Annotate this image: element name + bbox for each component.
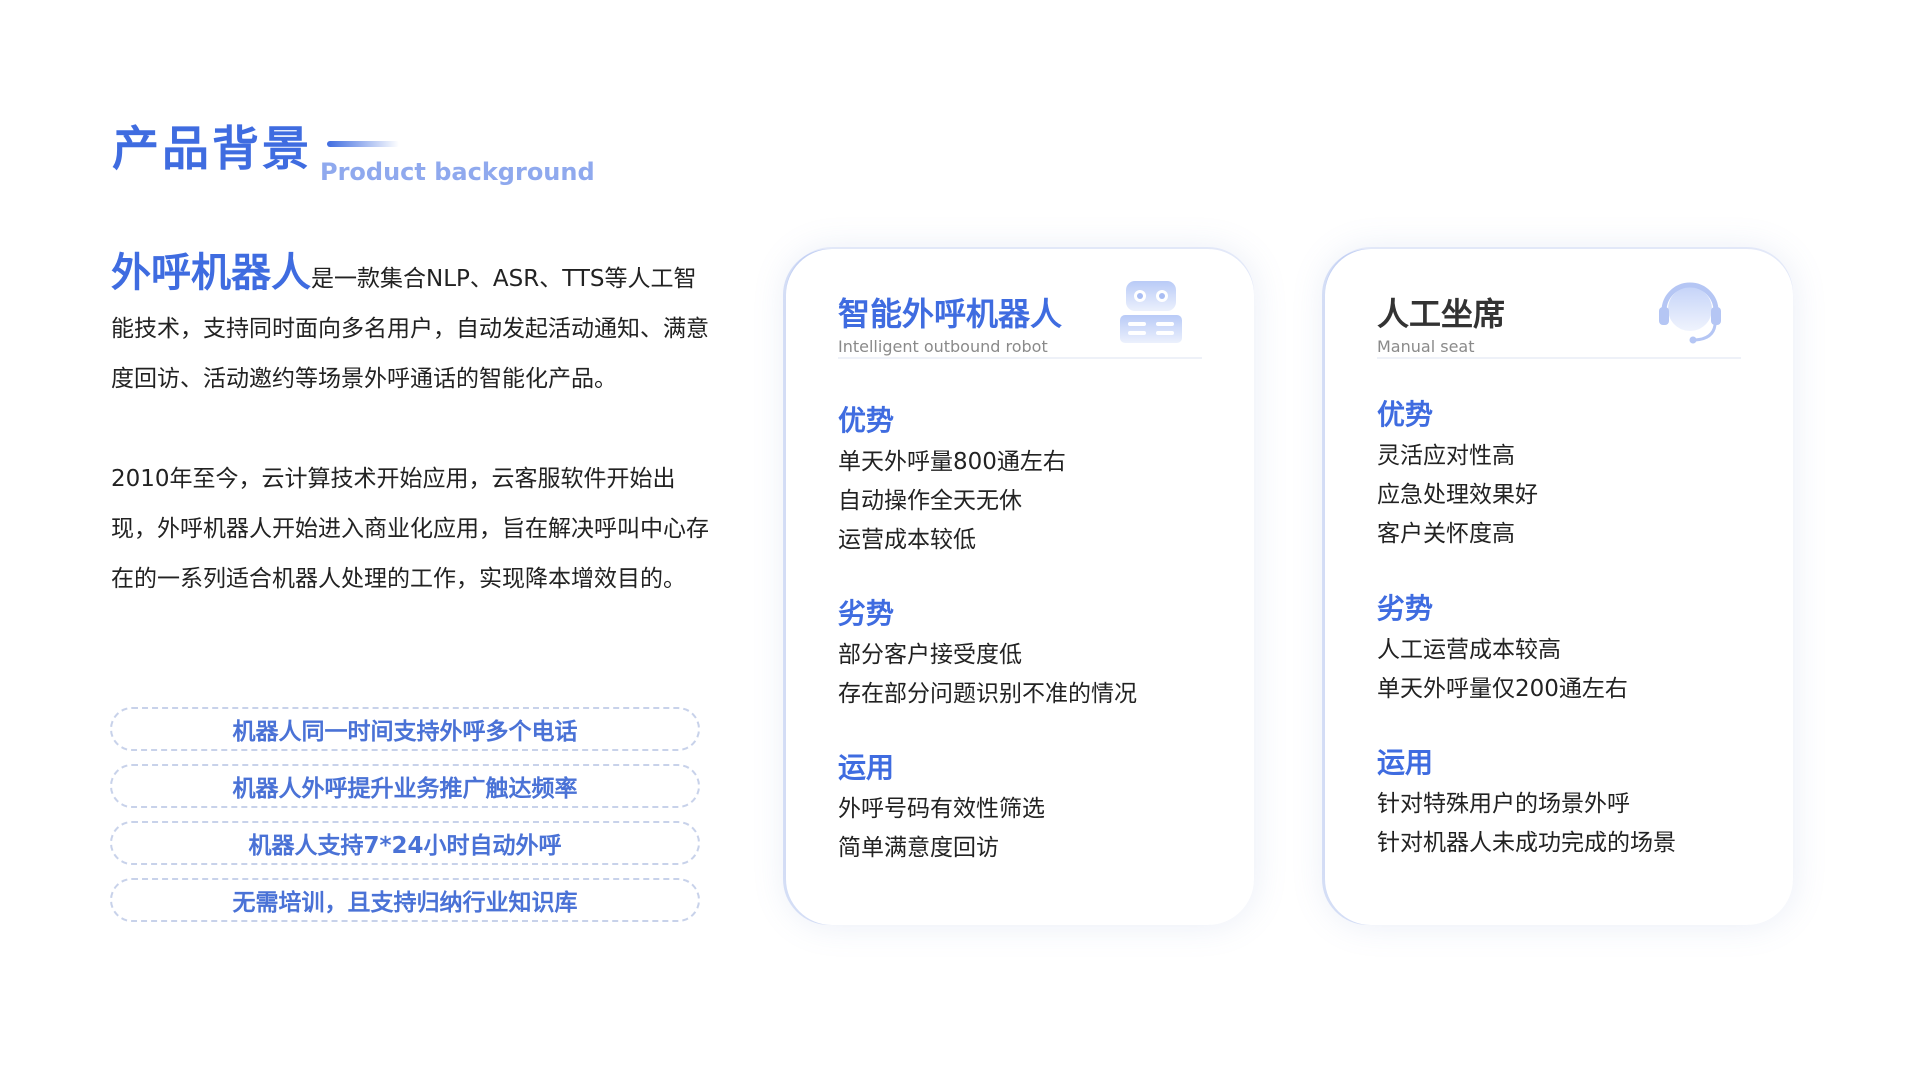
intro-paragraph-2: 2010年至今，云计算技术开始应用，云客服软件开始出现，外呼机器人开始进入商业化… [111, 466, 709, 592]
feature-pill: 无需培训，且支持归纳行业知识库 [110, 878, 700, 922]
robot-disadvantages-title: 劣势 [838, 597, 895, 630]
manual-seat-card: 人工坐席 Manual seat 优势 灵活应对性高 应急处理效果好 客户关怀度… [1325, 249, 1793, 925]
robot-advantages: 优势 单天外呼量800通左右 自动操作全天无休 运营成本较低 [838, 401, 1224, 560]
robot-advantage-item: 自动操作全天无休 [838, 488, 1022, 514]
slide: 产品背景 Product background 外呼机器人是一款集合NLP、AS… [0, 0, 1920, 1080]
robot-usage-item: 简单满意度回访 [838, 835, 999, 861]
page-title: 产品背景 [112, 122, 312, 177]
manual-disadvantages: 劣势 人工运营成本较高 单天外呼量仅200通左右 [1377, 589, 1763, 709]
manual-advantage-item: 客户关怀度高 [1377, 521, 1515, 547]
manual-disadvantages-title: 劣势 [1377, 592, 1434, 625]
manual-advantage-item: 灵活应对性高 [1377, 443, 1515, 469]
manual-advantage-item: 应急处理效果好 [1377, 482, 1538, 508]
headset-agent-icon [1655, 277, 1725, 347]
manual-advantages-title: 优势 [1377, 398, 1434, 431]
intro-text: 外呼机器人是一款集合NLP、ASR、TTS等人工智能技术，支持同时面向多名用户，… [111, 248, 711, 604]
robot-disadvantages: 劣势 部分客户接受度低 存在部分问题识别不准的情况 [838, 594, 1224, 714]
robot-icon [1116, 277, 1186, 347]
intro-highlight: 外呼机器人 [111, 250, 311, 296]
robot-card: 智能外呼机器人 Intelligent outbound robot 优势 单天… [786, 249, 1254, 925]
intro-paragraph-1: 外呼机器人是一款集合NLP、ASR、TTS等人工智能技术，支持同时面向多名用户，… [111, 248, 711, 404]
manual-usage-item: 针对特殊用户的场景外呼 [1377, 791, 1630, 817]
manual-advantages: 优势 灵活应对性高 应急处理效果好 客户关怀度高 [1377, 395, 1763, 554]
robot-usage-title: 运用 [838, 751, 895, 784]
feature-pill: 机器人同一时间支持外呼多个电话 [110, 707, 700, 751]
robot-usage-item: 外呼号码有效性筛选 [838, 796, 1045, 822]
manual-disadvantage-item: 人工运营成本较高 [1377, 637, 1561, 663]
manual-usage: 运用 针对特殊用户的场景外呼 针对机器人未成功完成的场景 [1377, 743, 1763, 863]
feature-pill: 机器人外呼提升业务推广触达频率 [110, 764, 700, 808]
robot-advantages-title: 优势 [838, 404, 895, 437]
robot-advantage-item: 单天外呼量800通左右 [838, 449, 1066, 475]
robot-disadvantage-item: 部分客户接受度低 [838, 642, 1022, 668]
page-subtitle: Product background [320, 158, 595, 186]
manual-disadvantage-item: 单天外呼量仅200通左右 [1377, 676, 1628, 702]
manual-usage-item: 针对机器人未成功完成的场景 [1377, 830, 1676, 856]
robot-advantage-item: 运营成本较低 [838, 527, 976, 553]
robot-disadvantage-item: 存在部分问题识别不准的情况 [838, 681, 1137, 707]
title-accent-line [327, 141, 399, 147]
feature-pill: 机器人支持7*24小时自动外呼 [110, 821, 700, 865]
manual-usage-title: 运用 [1377, 746, 1434, 779]
robot-usage: 运用 外呼号码有效性筛选 简单满意度回访 [838, 748, 1224, 868]
feature-pill-list: 机器人同一时间支持外呼多个电话 机器人外呼提升业务推广触达频率 机器人支持7*2… [110, 707, 700, 935]
